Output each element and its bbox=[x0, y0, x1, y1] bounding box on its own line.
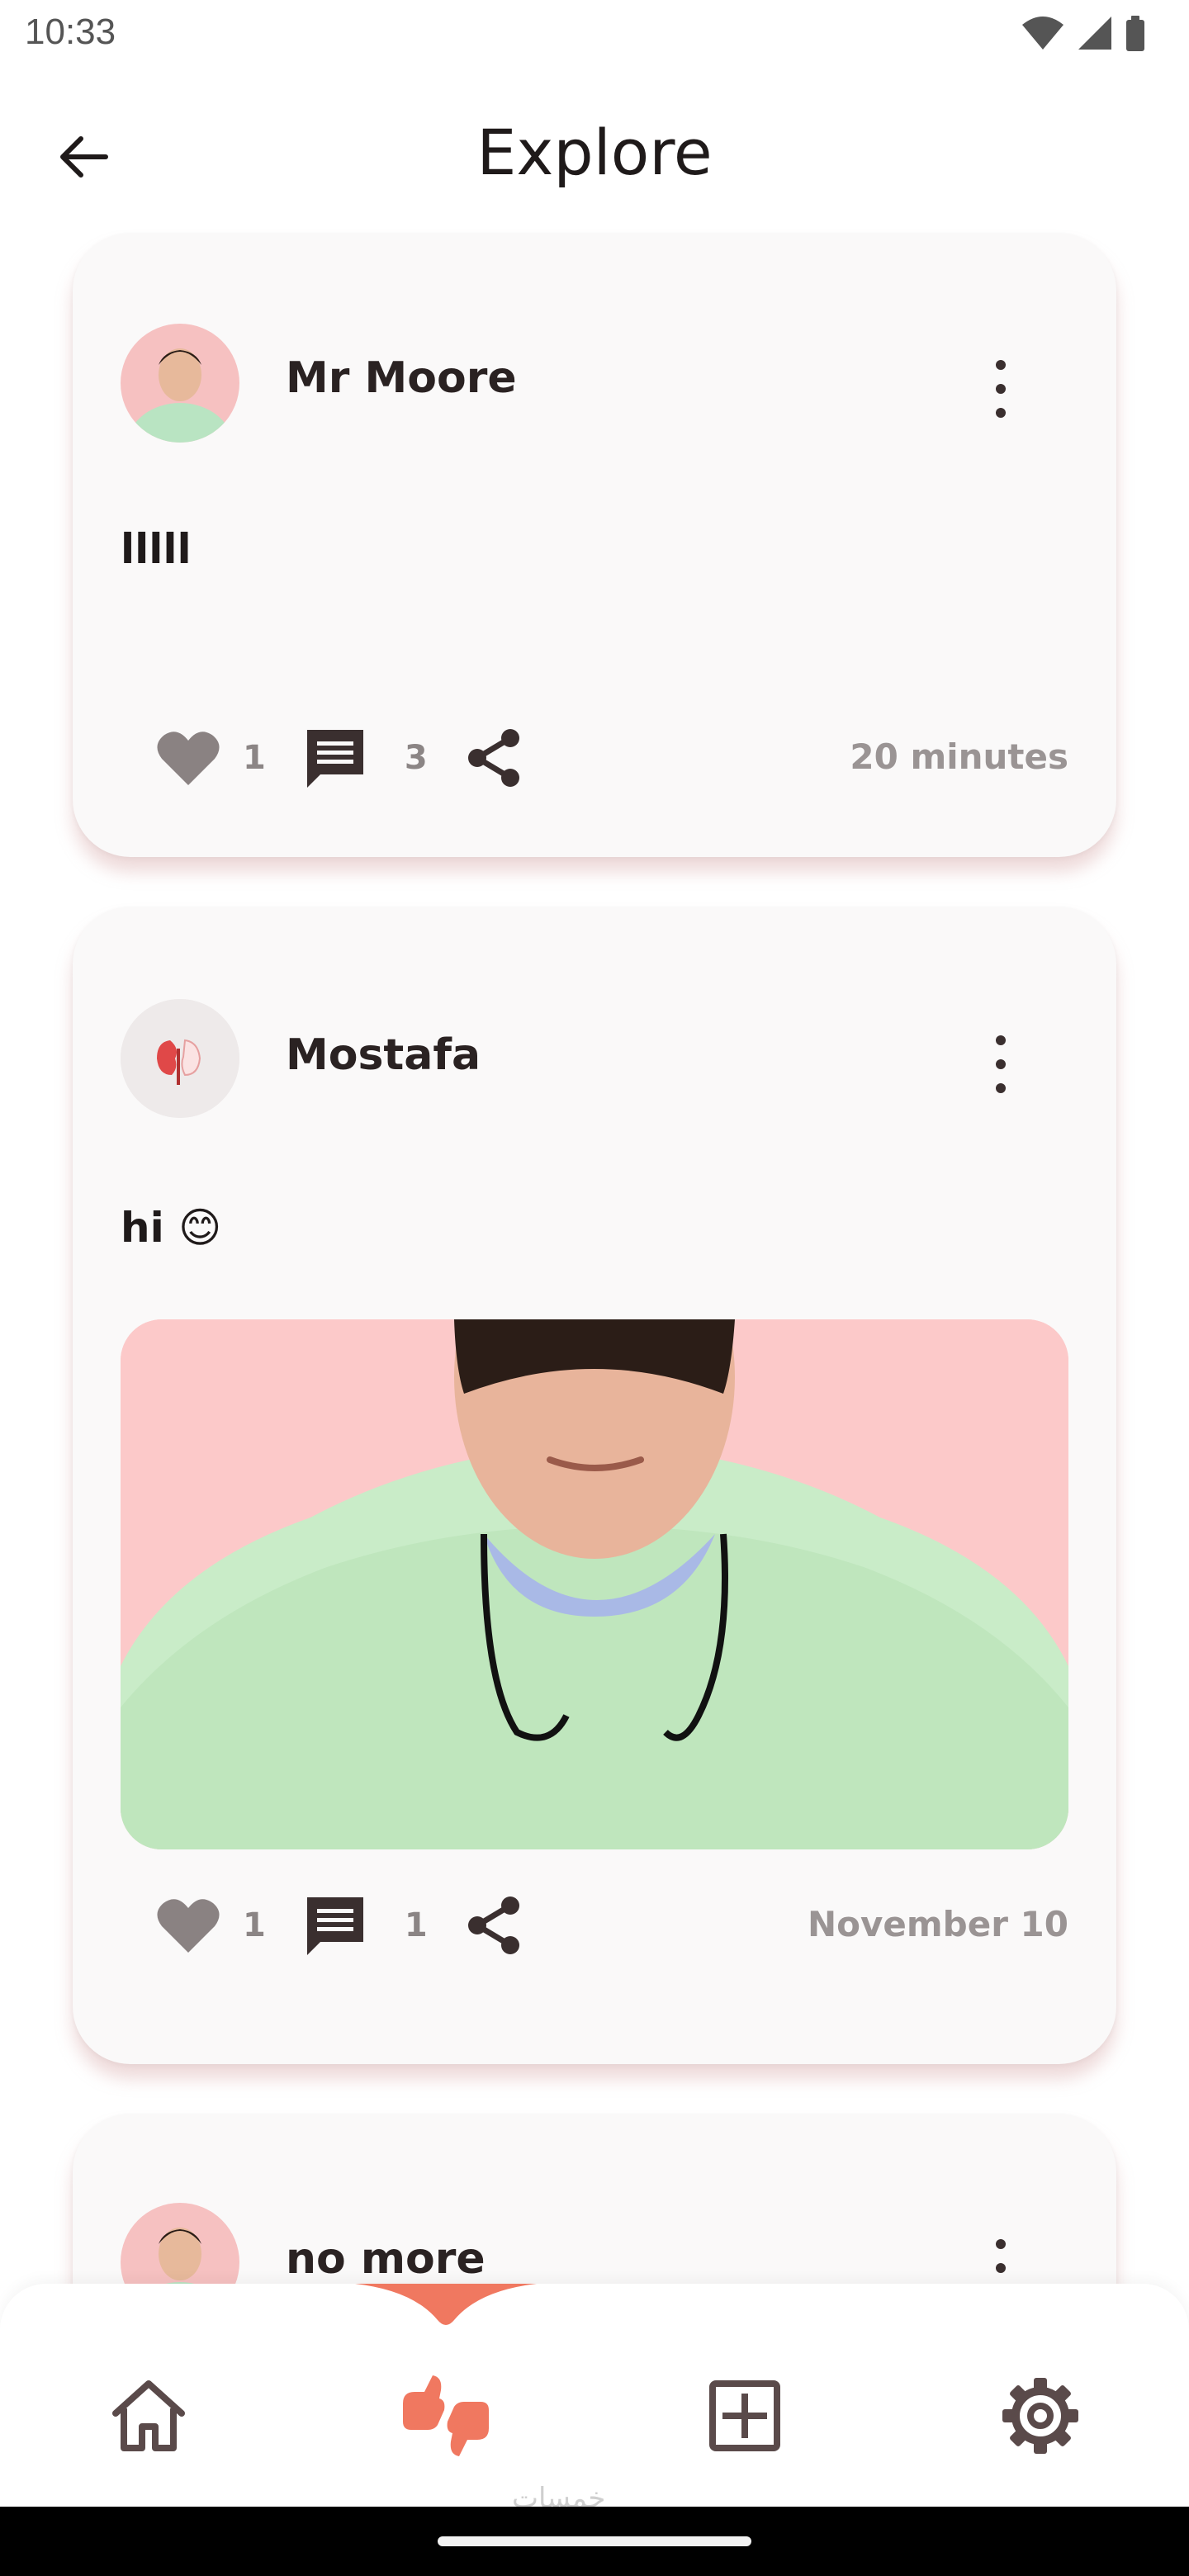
post-text: lllll bbox=[121, 525, 192, 573]
post-text: hi 😊 bbox=[121, 1204, 222, 1252]
author-name[interactable]: Mostafa bbox=[286, 1030, 481, 1080]
post-image[interactable] bbox=[121, 1319, 1068, 1849]
dot bbox=[996, 1083, 1006, 1093]
nav-explore[interactable] bbox=[396, 2366, 495, 2465]
home-icon bbox=[112, 2380, 185, 2451]
explore-icon bbox=[403, 2375, 489, 2456]
home-indicator[interactable] bbox=[438, 2536, 751, 2546]
dot bbox=[996, 408, 1006, 418]
nav-home[interactable] bbox=[99, 2366, 198, 2465]
add-post-icon bbox=[709, 2380, 780, 2451]
more-options-button[interactable] bbox=[984, 360, 1017, 418]
more-options-button[interactable] bbox=[984, 1035, 1017, 1093]
settings-icon bbox=[1002, 2378, 1078, 2454]
comment-icon[interactable] bbox=[304, 1894, 367, 1957]
status-time: 10:33 bbox=[25, 12, 116, 52]
heart-icon[interactable] bbox=[155, 729, 221, 787]
post-actions: 1 1 bbox=[155, 1892, 523, 1958]
signal-icon bbox=[1078, 17, 1111, 50]
like-count: 1 bbox=[243, 739, 266, 777]
wifi-icon bbox=[1022, 17, 1063, 50]
system-navigation-bar bbox=[0, 2507, 1189, 2576]
battery-icon bbox=[1126, 16, 1144, 51]
dot bbox=[996, 384, 1006, 394]
dot bbox=[996, 360, 1006, 370]
share-icon[interactable] bbox=[466, 728, 523, 788]
nav-settings[interactable] bbox=[991, 2366, 1090, 2465]
comment-count: 3 bbox=[404, 739, 428, 777]
post-time: 20 minutes bbox=[850, 736, 1068, 777]
like-count: 1 bbox=[243, 1906, 266, 1944]
dot bbox=[996, 2263, 1006, 2273]
share-icon[interactable] bbox=[466, 1896, 523, 1955]
post-card[interactable]: Mostafa hi 😊 1 1 November 10 bbox=[73, 907, 1116, 2064]
heart-icon[interactable] bbox=[155, 1896, 221, 1954]
comment-count: 1 bbox=[404, 1906, 428, 1944]
author-name[interactable]: no more bbox=[286, 2234, 486, 2284]
app-bar: Explore bbox=[0, 91, 1189, 215]
comment-icon[interactable] bbox=[304, 727, 367, 789]
active-indicator bbox=[355, 2284, 537, 2325]
dot bbox=[996, 1059, 1006, 1069]
avatar[interactable] bbox=[121, 999, 239, 1118]
page-title: Explore bbox=[476, 116, 713, 189]
post-actions: 1 3 bbox=[155, 725, 523, 791]
status-icons bbox=[1021, 15, 1146, 51]
nav-add-post[interactable] bbox=[695, 2366, 794, 2465]
post-card[interactable]: Mr Moore lllll 1 3 20 minutes bbox=[73, 233, 1116, 857]
avatar[interactable] bbox=[121, 324, 239, 443]
author-name[interactable]: Mr Moore bbox=[286, 353, 517, 403]
bottom-navigation: خمسات bbox=[0, 2284, 1189, 2515]
dot bbox=[996, 2239, 1006, 2249]
post-time: November 10 bbox=[808, 1904, 1068, 1944]
status-bar: 10:33 bbox=[0, 0, 1189, 69]
dot bbox=[996, 1035, 1006, 1045]
